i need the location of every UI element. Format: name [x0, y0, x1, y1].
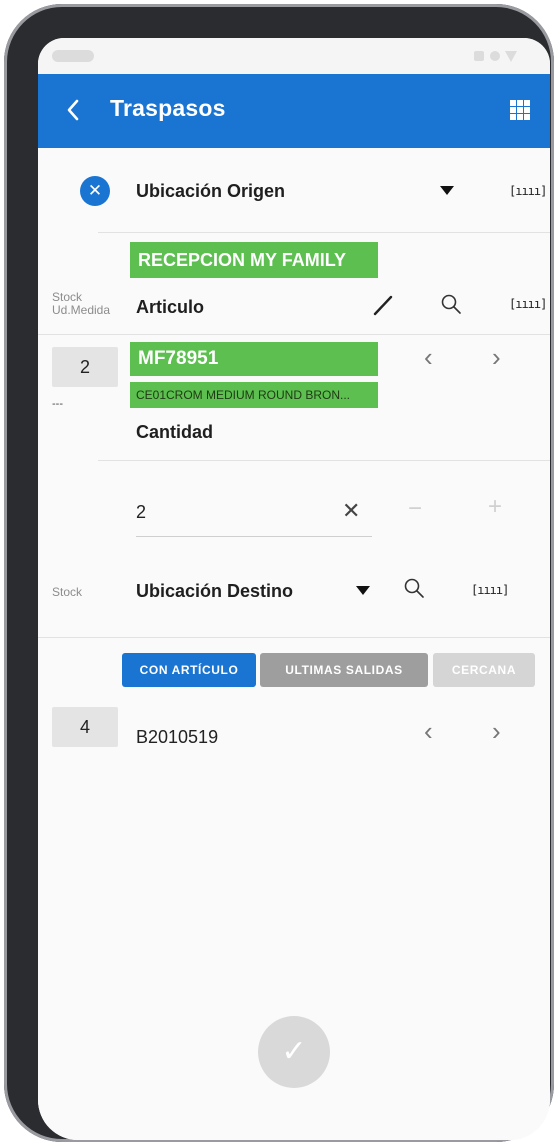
articulo-label: Articulo	[136, 297, 205, 317]
app-bar: Traspasos	[38, 74, 550, 148]
origen-barcode-icon[interactable]: [ıııı]	[509, 184, 547, 198]
cantidad-input[interactable]: 2	[136, 502, 146, 523]
unit-label: Ud.Medida	[52, 303, 111, 317]
cantidad-label: Cantidad	[136, 422, 214, 442]
page-title: Traspasos	[110, 95, 226, 121]
articulo-code: MF78951	[138, 348, 219, 369]
cantidad-input-underline	[136, 536, 372, 537]
cantidad-divider	[98, 460, 550, 461]
check-icon: ✓	[281, 1035, 307, 1068]
search-icon[interactable]	[440, 293, 462, 315]
destino-dropdown-caret-icon[interactable]	[356, 586, 370, 595]
plus-button[interactable]: +	[488, 493, 502, 521]
articulo-code-box: MF78951	[130, 342, 378, 376]
articulo-next-button[interactable]: ›	[492, 342, 501, 373]
origen-selected-value: RECEPCION MY FAMILY	[130, 242, 378, 278]
articulo-barcode-icon[interactable]: [ıııı]	[509, 297, 547, 311]
origen-divider	[98, 232, 550, 233]
destino-prev-button[interactable]: ‹	[424, 716, 433, 747]
status-pill	[52, 50, 94, 62]
destino-divider	[38, 637, 550, 638]
articulo-divider	[38, 334, 550, 335]
clear-icon[interactable]: ✕	[342, 498, 360, 524]
destino-search-icon[interactable]	[403, 577, 425, 599]
destino-stock-label: Stock	[52, 585, 83, 599]
ultimas-salidas-button[interactable]: ULTIMAS SALIDAS	[260, 653, 428, 687]
origen-label: Ubicación Origen	[136, 181, 286, 201]
status-triangle-icon	[505, 51, 517, 62]
cercana-button[interactable]: CERCANA	[433, 653, 535, 687]
destino-stock-box: 4	[52, 707, 118, 747]
destino-label: Ubicación Destino	[136, 581, 294, 601]
articulo-prev-button[interactable]: ‹	[424, 342, 433, 373]
status-square-icon	[474, 51, 484, 61]
confirm-button[interactable]: ✓	[258, 1016, 330, 1088]
articulo-description: CE01CROM MEDIUM ROUND BRON...	[136, 388, 351, 402]
grid-menu-icon[interactable]	[510, 100, 530, 120]
minus-button[interactable]: −	[408, 495, 422, 523]
destino-next-button[interactable]: ›	[492, 716, 501, 747]
app-screen: Traspasos ✕ Ubicación Origen [ıııı] RECE…	[38, 38, 550, 1140]
status-bar	[38, 38, 550, 74]
origen-value-text: RECEPCION MY FAMILY	[138, 250, 347, 270]
con-articulo-button[interactable]: CON ARTÍCULO	[122, 653, 256, 687]
origen-dropdown-caret-icon[interactable]	[440, 186, 454, 195]
edit-pencil-icon[interactable]	[371, 293, 395, 317]
close-circle-icon[interactable]: ✕	[80, 176, 110, 206]
transfer-form: ✕ Ubicación Origen [ıııı] RECEPCION MY F…	[38, 148, 550, 1140]
status-circle-icon	[490, 51, 500, 61]
articulo-stock-box: 2	[52, 347, 118, 387]
chevron-left-icon[interactable]	[66, 99, 80, 121]
articulo-dash: ---	[52, 398, 63, 410]
destino-barcode-icon[interactable]: [ıııı]	[471, 583, 509, 597]
destino-value: B2010519	[136, 727, 219, 747]
articulo-description-box: CE01CROM MEDIUM ROUND BRON...	[130, 382, 378, 408]
